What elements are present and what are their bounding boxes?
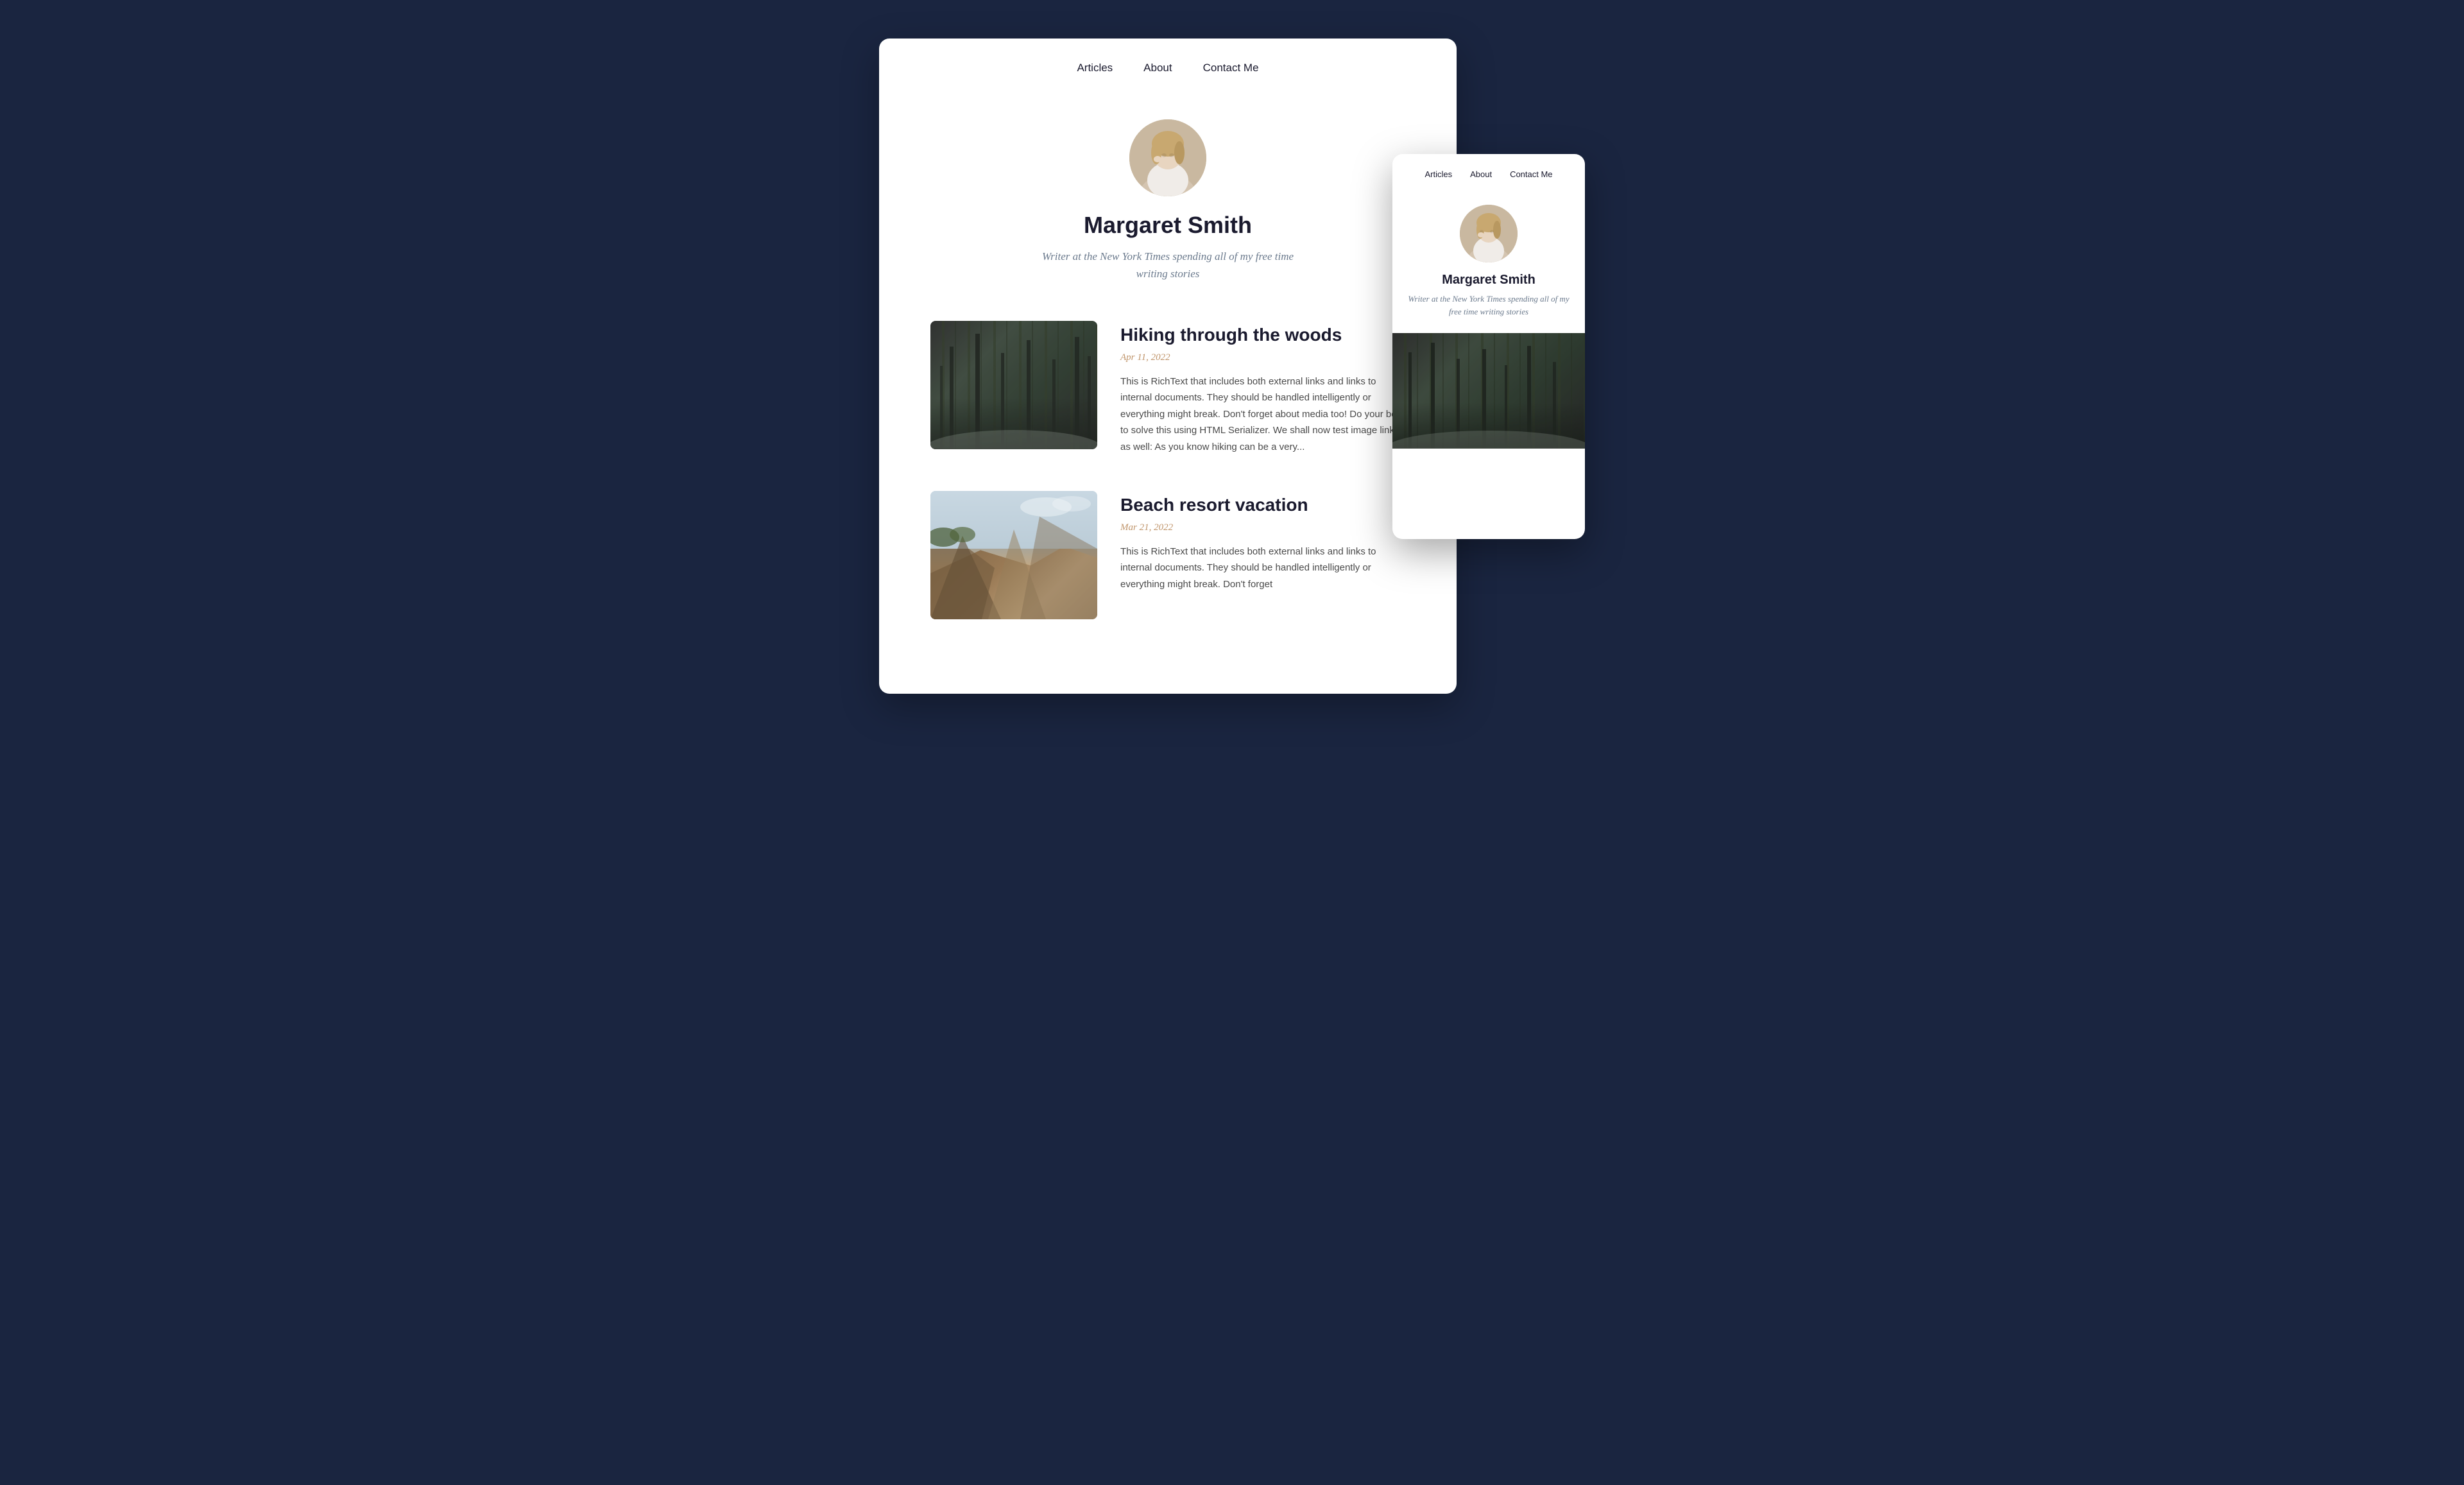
article-excerpt: This is RichText that includes both exte…	[1120, 373, 1405, 456]
secondary-forest-image	[1392, 333, 1585, 449]
main-articles-list: Hiking through the woods Apr 11, 2022 Th…	[879, 314, 1457, 619]
secondary-card: Articles About Contact Me	[1392, 154, 1585, 539]
article-content: Beach resort vacation Mar 21, 2022 This …	[1120, 491, 1405, 592]
main-nav: Articles About Contact Me	[879, 39, 1457, 94]
secondary-avatar	[1460, 205, 1518, 262]
secondary-nav-contact[interactable]: Contact Me	[1510, 169, 1552, 179]
scene: Articles About Contact Me	[879, 39, 1585, 694]
secondary-forest-svg	[1392, 333, 1585, 449]
main-nav-contact[interactable]: Contact Me	[1203, 62, 1259, 74]
beach-image	[930, 491, 1097, 619]
secondary-profile-bio: Writer at the New York Times spending al…	[1408, 293, 1570, 318]
article-date: Apr 11, 2022	[1120, 352, 1405, 363]
article-image-beach	[930, 491, 1097, 619]
article-image-forest	[930, 321, 1097, 449]
main-avatar	[1129, 119, 1206, 196]
secondary-nav-about[interactable]: About	[1470, 169, 1492, 179]
main-profile-name: Margaret Smith	[1084, 212, 1252, 239]
forest-image	[930, 321, 1097, 449]
secondary-nav-articles[interactable]: Articles	[1425, 169, 1452, 179]
secondary-forest-bg	[1392, 333, 1585, 449]
main-nav-articles[interactable]: Articles	[1077, 62, 1113, 74]
secondary-avatar-image	[1460, 205, 1518, 262]
beach-svg	[930, 491, 1097, 619]
forest-svg	[930, 321, 1097, 449]
article-title[interactable]: Hiking through the woods	[1120, 323, 1405, 347]
main-nav-about[interactable]: About	[1143, 62, 1172, 74]
article-excerpt: This is RichText that includes both exte…	[1120, 544, 1405, 593]
article-item: Beach resort vacation Mar 21, 2022 This …	[930, 491, 1405, 619]
article-content: Hiking through the woods Apr 11, 2022 Th…	[1120, 321, 1405, 455]
article-date: Mar 21, 2022	[1120, 522, 1405, 533]
main-profile-section: Margaret Smith Writer at the New York Ti…	[879, 94, 1457, 314]
avatar-image	[1129, 119, 1206, 196]
secondary-profile-name: Margaret Smith	[1442, 273, 1536, 288]
main-card: Articles About Contact Me	[879, 39, 1457, 694]
secondary-profile-section: Margaret Smith Writer at the New York Ti…	[1392, 192, 1585, 333]
article-item: Hiking through the woods Apr 11, 2022 Th…	[930, 321, 1405, 455]
article-title[interactable]: Beach resort vacation	[1120, 494, 1405, 517]
secondary-nav: Articles About Contact Me	[1392, 154, 1585, 192]
main-profile-bio: Writer at the New York Times spending al…	[1033, 248, 1303, 282]
